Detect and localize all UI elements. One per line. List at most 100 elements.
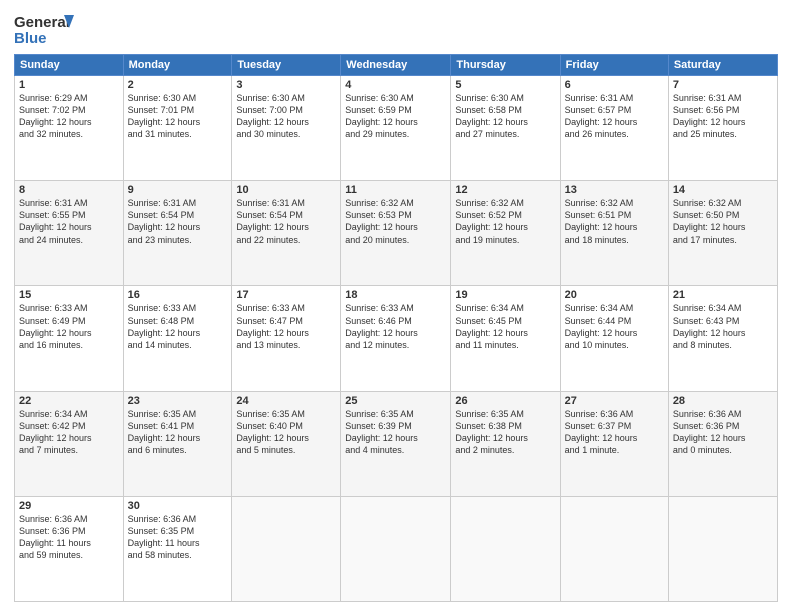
day-cell bbox=[451, 496, 560, 601]
week-row-3: 15Sunrise: 6:33 AM Sunset: 6:49 PM Dayli… bbox=[15, 286, 778, 391]
day-cell: 24Sunrise: 6:35 AM Sunset: 6:40 PM Dayli… bbox=[232, 391, 341, 496]
day-info: Sunrise: 6:33 AM Sunset: 6:48 PM Dayligh… bbox=[128, 302, 228, 351]
day-info: Sunrise: 6:31 AM Sunset: 6:56 PM Dayligh… bbox=[673, 92, 773, 141]
day-info: Sunrise: 6:30 AM Sunset: 6:59 PM Dayligh… bbox=[345, 92, 446, 141]
day-info: Sunrise: 6:34 AM Sunset: 6:45 PM Dayligh… bbox=[455, 302, 555, 351]
day-info: Sunrise: 6:33 AM Sunset: 6:46 PM Dayligh… bbox=[345, 302, 446, 351]
day-cell: 10Sunrise: 6:31 AM Sunset: 6:54 PM Dayli… bbox=[232, 181, 341, 286]
day-cell: 5Sunrise: 6:30 AM Sunset: 6:58 PM Daylig… bbox=[451, 76, 560, 181]
day-cell: 30Sunrise: 6:36 AM Sunset: 6:35 PM Dayli… bbox=[123, 496, 232, 601]
day-number: 28 bbox=[673, 395, 773, 407]
day-info: Sunrise: 6:32 AM Sunset: 6:52 PM Dayligh… bbox=[455, 197, 555, 246]
day-cell: 11Sunrise: 6:32 AM Sunset: 6:53 PM Dayli… bbox=[341, 181, 451, 286]
day-cell: 17Sunrise: 6:33 AM Sunset: 6:47 PM Dayli… bbox=[232, 286, 341, 391]
day-info: Sunrise: 6:30 AM Sunset: 6:58 PM Dayligh… bbox=[455, 92, 555, 141]
weekday-header-wednesday: Wednesday bbox=[341, 55, 451, 76]
day-number: 5 bbox=[455, 79, 555, 91]
day-cell bbox=[341, 496, 451, 601]
day-number: 4 bbox=[345, 79, 446, 91]
day-number: 11 bbox=[345, 184, 446, 196]
day-info: Sunrise: 6:35 AM Sunset: 6:41 PM Dayligh… bbox=[128, 408, 228, 457]
day-number: 29 bbox=[19, 500, 119, 512]
day-number: 6 bbox=[565, 79, 664, 91]
header: GeneralBlue bbox=[14, 10, 778, 48]
day-info: Sunrise: 6:32 AM Sunset: 6:50 PM Dayligh… bbox=[673, 197, 773, 246]
day-cell: 4Sunrise: 6:30 AM Sunset: 6:59 PM Daylig… bbox=[341, 76, 451, 181]
day-cell: 8Sunrise: 6:31 AM Sunset: 6:55 PM Daylig… bbox=[15, 181, 124, 286]
logo: GeneralBlue bbox=[14, 10, 74, 48]
svg-text:Blue: Blue bbox=[14, 30, 47, 47]
day-number: 20 bbox=[565, 289, 664, 301]
day-info: Sunrise: 6:34 AM Sunset: 6:43 PM Dayligh… bbox=[673, 302, 773, 351]
week-row-5: 29Sunrise: 6:36 AM Sunset: 6:36 PM Dayli… bbox=[15, 496, 778, 601]
weekday-header-saturday: Saturday bbox=[668, 55, 777, 76]
day-number: 12 bbox=[455, 184, 555, 196]
day-info: Sunrise: 6:33 AM Sunset: 6:49 PM Dayligh… bbox=[19, 302, 119, 351]
day-number: 2 bbox=[128, 79, 228, 91]
day-number: 22 bbox=[19, 395, 119, 407]
day-info: Sunrise: 6:30 AM Sunset: 7:01 PM Dayligh… bbox=[128, 92, 228, 141]
day-number: 19 bbox=[455, 289, 555, 301]
day-number: 3 bbox=[236, 79, 336, 91]
day-info: Sunrise: 6:36 AM Sunset: 6:35 PM Dayligh… bbox=[128, 513, 228, 562]
day-cell: 7Sunrise: 6:31 AM Sunset: 6:56 PM Daylig… bbox=[668, 76, 777, 181]
weekday-header-sunday: Sunday bbox=[15, 55, 124, 76]
day-number: 14 bbox=[673, 184, 773, 196]
weekday-header-tuesday: Tuesday bbox=[232, 55, 341, 76]
day-number: 25 bbox=[345, 395, 446, 407]
day-number: 26 bbox=[455, 395, 555, 407]
day-cell: 1Sunrise: 6:29 AM Sunset: 7:02 PM Daylig… bbox=[15, 76, 124, 181]
weekday-header-row: SundayMondayTuesdayWednesdayThursdayFrid… bbox=[15, 55, 778, 76]
day-cell bbox=[232, 496, 341, 601]
svg-text:General: General bbox=[14, 14, 70, 31]
day-info: Sunrise: 6:35 AM Sunset: 6:40 PM Dayligh… bbox=[236, 408, 336, 457]
day-number: 27 bbox=[565, 395, 664, 407]
day-info: Sunrise: 6:34 AM Sunset: 6:44 PM Dayligh… bbox=[565, 302, 664, 351]
day-cell: 25Sunrise: 6:35 AM Sunset: 6:39 PM Dayli… bbox=[341, 391, 451, 496]
day-info: Sunrise: 6:31 AM Sunset: 6:55 PM Dayligh… bbox=[19, 197, 119, 246]
day-info: Sunrise: 6:35 AM Sunset: 6:38 PM Dayligh… bbox=[455, 408, 555, 457]
week-row-1: 1Sunrise: 6:29 AM Sunset: 7:02 PM Daylig… bbox=[15, 76, 778, 181]
day-info: Sunrise: 6:36 AM Sunset: 6:36 PM Dayligh… bbox=[673, 408, 773, 457]
day-info: Sunrise: 6:36 AM Sunset: 6:36 PM Dayligh… bbox=[19, 513, 119, 562]
day-number: 13 bbox=[565, 184, 664, 196]
day-cell: 16Sunrise: 6:33 AM Sunset: 6:48 PM Dayli… bbox=[123, 286, 232, 391]
day-cell: 21Sunrise: 6:34 AM Sunset: 6:43 PM Dayli… bbox=[668, 286, 777, 391]
day-cell: 9Sunrise: 6:31 AM Sunset: 6:54 PM Daylig… bbox=[123, 181, 232, 286]
day-info: Sunrise: 6:30 AM Sunset: 7:00 PM Dayligh… bbox=[236, 92, 336, 141]
day-cell: 12Sunrise: 6:32 AM Sunset: 6:52 PM Dayli… bbox=[451, 181, 560, 286]
calendar-table: SundayMondayTuesdayWednesdayThursdayFrid… bbox=[14, 54, 778, 602]
day-cell bbox=[560, 496, 668, 601]
day-cell: 3Sunrise: 6:30 AM Sunset: 7:00 PM Daylig… bbox=[232, 76, 341, 181]
day-cell: 14Sunrise: 6:32 AM Sunset: 6:50 PM Dayli… bbox=[668, 181, 777, 286]
day-cell: 19Sunrise: 6:34 AM Sunset: 6:45 PM Dayli… bbox=[451, 286, 560, 391]
day-cell: 2Sunrise: 6:30 AM Sunset: 7:01 PM Daylig… bbox=[123, 76, 232, 181]
day-number: 17 bbox=[236, 289, 336, 301]
day-info: Sunrise: 6:33 AM Sunset: 6:47 PM Dayligh… bbox=[236, 302, 336, 351]
day-cell: 6Sunrise: 6:31 AM Sunset: 6:57 PM Daylig… bbox=[560, 76, 668, 181]
day-info: Sunrise: 6:32 AM Sunset: 6:51 PM Dayligh… bbox=[565, 197, 664, 246]
day-cell: 13Sunrise: 6:32 AM Sunset: 6:51 PM Dayli… bbox=[560, 181, 668, 286]
day-cell: 22Sunrise: 6:34 AM Sunset: 6:42 PM Dayli… bbox=[15, 391, 124, 496]
day-number: 16 bbox=[128, 289, 228, 301]
weekday-header-monday: Monday bbox=[123, 55, 232, 76]
day-number: 15 bbox=[19, 289, 119, 301]
day-number: 8 bbox=[19, 184, 119, 196]
calendar-page: GeneralBlue SundayMondayTuesdayWednesday… bbox=[0, 0, 792, 612]
day-cell: 23Sunrise: 6:35 AM Sunset: 6:41 PM Dayli… bbox=[123, 391, 232, 496]
day-cell bbox=[668, 496, 777, 601]
day-number: 30 bbox=[128, 500, 228, 512]
week-row-4: 22Sunrise: 6:34 AM Sunset: 6:42 PM Dayli… bbox=[15, 391, 778, 496]
weekday-header-friday: Friday bbox=[560, 55, 668, 76]
day-cell: 18Sunrise: 6:33 AM Sunset: 6:46 PM Dayli… bbox=[341, 286, 451, 391]
day-cell: 20Sunrise: 6:34 AM Sunset: 6:44 PM Dayli… bbox=[560, 286, 668, 391]
day-cell: 26Sunrise: 6:35 AM Sunset: 6:38 PM Dayli… bbox=[451, 391, 560, 496]
day-number: 7 bbox=[673, 79, 773, 91]
day-cell: 27Sunrise: 6:36 AM Sunset: 6:37 PM Dayli… bbox=[560, 391, 668, 496]
day-number: 10 bbox=[236, 184, 336, 196]
day-cell: 15Sunrise: 6:33 AM Sunset: 6:49 PM Dayli… bbox=[15, 286, 124, 391]
day-number: 1 bbox=[19, 79, 119, 91]
day-info: Sunrise: 6:35 AM Sunset: 6:39 PM Dayligh… bbox=[345, 408, 446, 457]
day-number: 23 bbox=[128, 395, 228, 407]
day-info: Sunrise: 6:31 AM Sunset: 6:54 PM Dayligh… bbox=[236, 197, 336, 246]
